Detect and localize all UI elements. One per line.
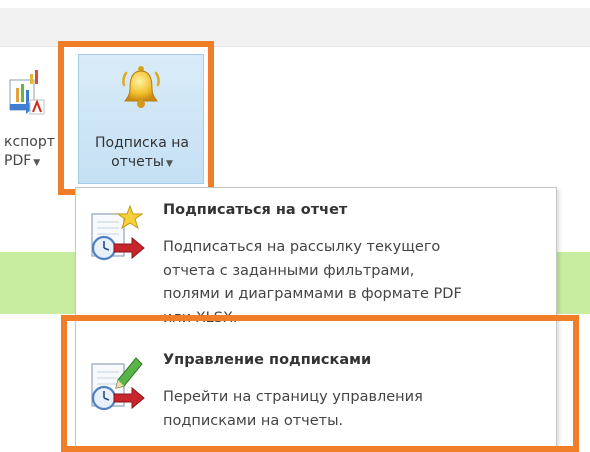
highlight-frame-menu-item	[61, 315, 579, 452]
chevron-down-icon: ▼	[33, 158, 41, 168]
report-star-clock-icon	[91, 204, 145, 261]
top-strip	[0, 0, 590, 8]
highlight-frame-button	[58, 41, 214, 195]
export-pdf-icon	[9, 70, 45, 115]
export-label-line1: кспорт	[4, 134, 55, 150]
export-label-line2: PDF ▼	[4, 153, 41, 169]
menu-item-title: Подписаться на отчет	[163, 202, 348, 218]
